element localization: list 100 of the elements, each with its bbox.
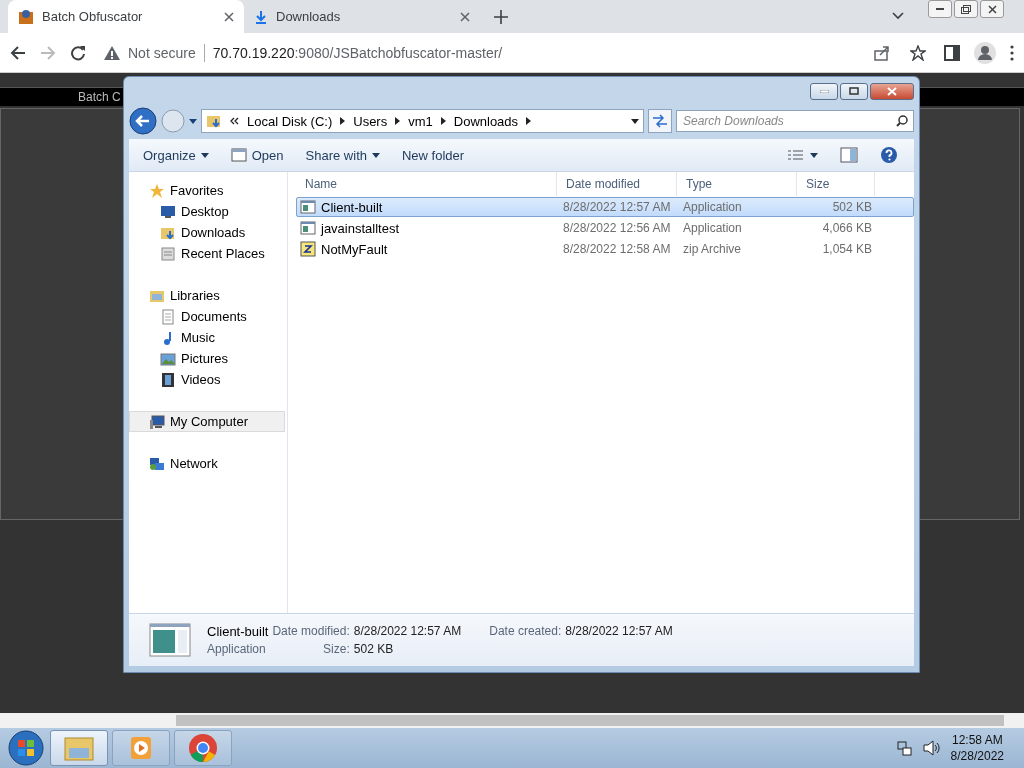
avatar-icon[interactable] (974, 41, 996, 64)
field-label: Size: (322, 642, 350, 656)
nav-item[interactable]: Desktop (129, 201, 285, 222)
breadcrumb-item[interactable]: Users (353, 113, 388, 129)
star-icon (149, 182, 165, 199)
view-options-icon[interactable] (788, 149, 818, 161)
download-icon (254, 9, 268, 24)
column-header[interactable]: Size (797, 172, 875, 196)
nav-item[interactable]: Documents (129, 306, 285, 327)
browser-tab[interactable]: Downloads (244, 0, 480, 33)
table-cell-text: 8/28/2022 12:57 AM (562, 200, 672, 214)
nav-item[interactable]: Network (129, 453, 285, 474)
close-icon[interactable] (224, 11, 234, 22)
file-row[interactable]: Client-built 8/28/2022 12:57 AM Application 502 KB (296, 197, 914, 217)
film-icon (160, 371, 176, 388)
toolbar-button[interactable]: Share with (299, 144, 390, 166)
column-header[interactable]: Name (296, 172, 557, 196)
recent-icon (160, 245, 176, 262)
menu-icon[interactable] (1010, 44, 1014, 61)
history-caret-icon[interactable] (189, 118, 197, 124)
taskbar-button[interactable] (112, 730, 170, 766)
nav-item[interactable]: Recent Places (129, 243, 285, 264)
caret-icon (631, 118, 639, 124)
maximize-button[interactable] (840, 82, 868, 100)
clock[interactable]: 12:58 AM 8/28/2022 (950, 732, 1004, 764)
page-title: Batch C (78, 90, 121, 104)
refresh-icon[interactable] (648, 109, 672, 133)
browser-logo-icon (188, 733, 218, 763)
toolbar-button[interactable]: Organize (137, 144, 219, 166)
nav-item[interactable]: Downloads (129, 222, 285, 243)
close-icon (887, 86, 897, 96)
field-value: 8/28/2022 12:57 AM (565, 624, 674, 638)
back-button[interactable] (129, 107, 157, 135)
toolbar-button[interactable]: New folder (396, 144, 475, 166)
field-label: Date created: (489, 624, 562, 638)
side-panel-icon[interactable] (944, 44, 960, 61)
network-icon[interactable] (896, 740, 913, 756)
restore-button[interactable] (954, 0, 978, 18)
double-chevron-icon (230, 117, 239, 125)
speaker-icon[interactable] (922, 740, 941, 756)
reload-icon[interactable] (70, 44, 86, 61)
breadcrumb-bar[interactable]: Local Disk (C:) Users vm1 Downloads (201, 109, 644, 133)
start-button[interactable] (6, 729, 46, 767)
file-name: Client-built (207, 623, 269, 639)
application-icon (149, 623, 191, 657)
toolbar-button[interactable]: Open (224, 144, 294, 166)
warning-icon (104, 45, 120, 60)
field-value: 502 KB (353, 642, 395, 656)
security-label: Not secure (128, 44, 196, 61)
picture-icon (160, 350, 176, 367)
table-cell-text: Application (682, 200, 743, 214)
file-name: Client-built (297, 199, 558, 215)
close-icon (987, 4, 997, 14)
taskbar-button[interactable] (50, 730, 108, 766)
table-cell-text: 1,054 KB (821, 242, 873, 256)
restore-icon (961, 4, 971, 14)
table-cell-text: Application (682, 221, 743, 235)
site-icon (18, 8, 34, 25)
search-icon (896, 115, 908, 127)
breadcrumb-item[interactable]: Local Disk (C:) (247, 113, 333, 129)
file-type: Application (207, 642, 267, 656)
nav-item[interactable]: Libraries (129, 285, 285, 306)
close-button[interactable] (980, 0, 1004, 18)
minimize-icon (936, 8, 944, 10)
breadcrumb-item[interactable]: vm1 (408, 113, 433, 129)
help-icon[interactable] (880, 146, 898, 164)
file-row[interactable]: javainstalltest 8/28/2022 12:56 AM Application 4,066 KB (296, 218, 914, 238)
nav-item[interactable]: My Computer (129, 411, 285, 432)
browser-tab[interactable]: Batch Obfuscator (8, 0, 244, 33)
table-cell-text: 8/28/2022 12:58 AM (562, 242, 672, 256)
minimize-button[interactable] (810, 82, 838, 100)
column-header[interactable]: Date modified (557, 172, 677, 196)
close-icon[interactable] (460, 11, 470, 22)
minimize-button[interactable] (928, 0, 952, 18)
breadcrumb-item[interactable]: Downloads (453, 113, 519, 129)
table-cell-text: 4,066 KB (821, 221, 873, 235)
preview-pane-icon[interactable] (840, 147, 858, 163)
field-label: Date modified: (272, 624, 350, 638)
star-icon[interactable] (910, 44, 926, 61)
network-icon (149, 455, 165, 472)
nav-item[interactable]: Videos (129, 369, 285, 390)
file-row[interactable]: NotMyFault 8/28/2022 12:58 AM zip Archive 1,054 KB (296, 239, 914, 259)
application-icon (300, 220, 316, 236)
chevron-down-icon[interactable] (892, 12, 904, 20)
back-icon[interactable] (10, 44, 26, 61)
close-button[interactable] (870, 82, 914, 100)
zip-icon (300, 241, 316, 257)
nav-item[interactable]: Favorites (129, 180, 285, 201)
maximize-icon (849, 87, 859, 95)
column-header[interactable]: Type (677, 172, 797, 196)
file-name: NotMyFault (297, 241, 558, 257)
search-field[interactable]: Search Downloads (676, 110, 914, 132)
new-tab-icon[interactable] (494, 10, 508, 24)
taskbar-button[interactable] (174, 730, 232, 766)
nav-item[interactable]: Music (129, 327, 285, 348)
chevron-right-icon (340, 117, 346, 125)
caret-icon (200, 152, 209, 158)
share-icon[interactable] (874, 44, 890, 61)
chevron-right-icon (440, 117, 446, 125)
nav-item[interactable]: Pictures (129, 348, 285, 369)
